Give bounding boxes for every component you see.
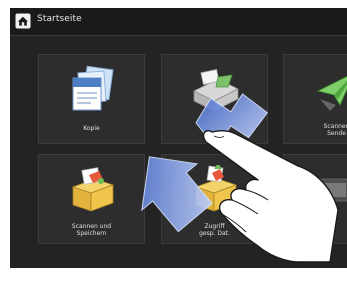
tile-label: Zugriff gesp. Dat. bbox=[199, 223, 230, 237]
scan-store-icon bbox=[71, 167, 114, 212]
screen: Startseite Kopie Scannen Sende Scannen u… bbox=[0, 0, 347, 284]
tile-label: Scannen Sende bbox=[323, 123, 347, 137]
title-bar: Startseite bbox=[10, 8, 347, 36]
home-screen-panel: Startseite Kopie Scannen Sende Scannen u… bbox=[10, 8, 347, 268]
tile-copy[interactable]: Kopie bbox=[38, 54, 145, 144]
tile-label: Scannen und Speichern bbox=[71, 223, 112, 237]
fax-icon bbox=[192, 68, 239, 112]
tile-label: Kopie bbox=[83, 125, 100, 132]
scan-send-icon bbox=[316, 75, 347, 111]
stored-files-icon bbox=[194, 165, 237, 212]
app-icon bbox=[319, 178, 347, 202]
tile-stored-files[interactable]: Zugriff gesp. Dat. bbox=[161, 154, 268, 244]
home-icon[interactable] bbox=[15, 13, 31, 29]
tile-scan-store[interactable]: Scannen und Speichern bbox=[38, 154, 145, 244]
tile-fax[interactable] bbox=[161, 54, 268, 144]
tile-scan-send[interactable]: Scannen Sende bbox=[283, 54, 347, 144]
tile-app[interactable] bbox=[283, 154, 347, 244]
page-title: Startseite bbox=[37, 14, 82, 24]
copy-icon bbox=[72, 65, 114, 111]
